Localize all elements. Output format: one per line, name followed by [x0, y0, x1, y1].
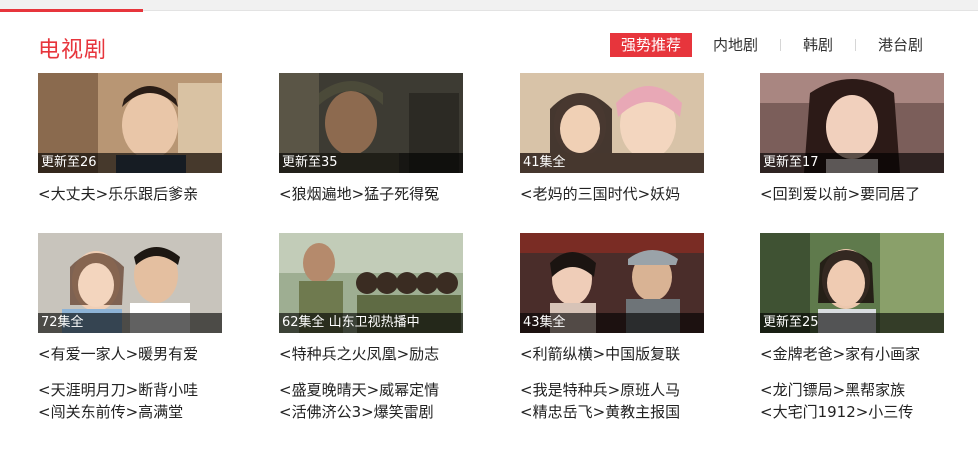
drama-thumbnail[interactable]: 更新至17: [760, 73, 944, 173]
drama-title-link[interactable]: <狼烟遍地>猛子死得冤: [279, 183, 479, 204]
drama-card[interactable]: 更新至35 <狼烟遍地>猛子死得冤: [279, 73, 463, 204]
drama-title-link[interactable]: <利箭纵横>中国版复联: [520, 343, 720, 364]
list-item[interactable]: <闯关东前传>高满堂: [38, 401, 248, 423]
episode-caption: 43集全: [520, 313, 704, 333]
drama-thumbnail[interactable]: 72集全: [38, 233, 222, 333]
tab-separator: [779, 39, 781, 51]
drama-thumbnail[interactable]: 更新至35: [279, 73, 463, 173]
link-list: <天涯明月刀>断背小哇 <闯关东前传>高满堂: [38, 379, 248, 423]
drama-card[interactable]: 更新至17 <回到爱以前>要同居了: [760, 73, 944, 204]
top-strip: [0, 0, 978, 12]
drama-card[interactable]: 更新至25 <金牌老爸>家有小画家: [760, 233, 944, 364]
divider: [143, 10, 978, 11]
drama-title-link[interactable]: <金牌老爸>家有小画家: [760, 343, 960, 364]
category-tabs: 强势推荐 内地剧 韩剧 港台剧: [609, 32, 934, 58]
episode-caption: 62集全 山东卫视热播中: [279, 313, 463, 333]
drama-card[interactable]: 72集全 <有爱一家人>暖男有爱: [38, 233, 222, 364]
episode-caption: 更新至26: [38, 153, 222, 173]
link-list: <我是特种兵>原班人马 <精忠岳飞>黄教主报国: [520, 379, 730, 423]
tab-mainland[interactable]: 内地剧: [702, 33, 769, 57]
section-title[interactable]: 电视剧: [38, 32, 107, 64]
list-item[interactable]: <活佛济公3>爆笑雷剧: [279, 401, 489, 423]
drama-card[interactable]: 41集全 <老妈的三国时代>妖妈: [520, 73, 704, 204]
tab-hktw[interactable]: 港台剧: [867, 33, 934, 57]
drama-title-link[interactable]: <有爱一家人>暖男有爱: [38, 343, 238, 364]
drama-thumbnail[interactable]: 62集全 山东卫视热播中: [279, 233, 463, 333]
section-header: 电视剧 强势推荐 内地剧 韩剧 港台剧: [0, 14, 978, 70]
drama-thumbnail[interactable]: 41集全: [520, 73, 704, 173]
link-list: <盛夏晚晴天>威幂定情 <活佛济公3>爆笑雷剧: [279, 379, 489, 423]
episode-caption: 更新至35: [279, 153, 463, 173]
drama-card[interactable]: 更新至26 <大丈夫>乐乐跟后爹亲: [38, 73, 222, 204]
drama-title-link[interactable]: <特种兵之火凤凰>励志: [279, 343, 479, 364]
section-accent-bar: [0, 9, 143, 12]
episode-caption: 72集全: [38, 313, 222, 333]
link-list: <龙门镖局>黑帮家族 <大宅门1912>小三传: [760, 379, 970, 423]
list-item[interactable]: <龙门镖局>黑帮家族: [760, 379, 970, 401]
tab-recommended[interactable]: 强势推荐: [609, 33, 692, 57]
list-item[interactable]: <天涯明月刀>断背小哇: [38, 379, 248, 401]
drama-thumbnail[interactable]: 43集全: [520, 233, 704, 333]
episode-caption: 41集全: [520, 153, 704, 173]
episode-caption: 更新至25: [760, 313, 944, 333]
drama-title-link[interactable]: <老妈的三国时代>妖妈: [520, 183, 720, 204]
drama-thumbnail[interactable]: 更新至26: [38, 73, 222, 173]
tab-separator: [854, 39, 856, 51]
drama-card[interactable]: 43集全 <利箭纵横>中国版复联: [520, 233, 704, 364]
drama-thumbnail[interactable]: 更新至25: [760, 233, 944, 333]
episode-caption: 更新至17: [760, 153, 944, 173]
list-item[interactable]: <盛夏晚晴天>威幂定情: [279, 379, 489, 401]
drama-title-link[interactable]: <大丈夫>乐乐跟后爹亲: [38, 183, 238, 204]
drama-card[interactable]: 62集全 山东卫视热播中 <特种兵之火凤凰>励志: [279, 233, 463, 364]
list-item[interactable]: <大宅门1912>小三传: [760, 401, 970, 423]
drama-title-link[interactable]: <回到爱以前>要同居了: [760, 183, 960, 204]
list-item[interactable]: <精忠岳飞>黄教主报国: [520, 401, 730, 423]
tab-korean[interactable]: 韩剧: [792, 33, 844, 57]
list-item[interactable]: <我是特种兵>原班人马: [520, 379, 730, 401]
